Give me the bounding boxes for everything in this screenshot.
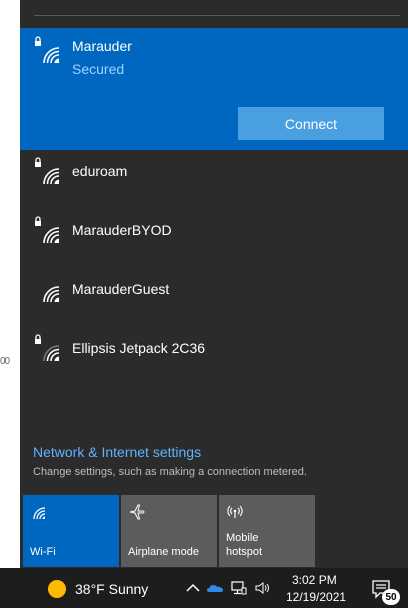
network-item-ellipsis-jetpack[interactable]: Ellipsis Jetpack 2C36 [20, 320, 408, 378]
secured-wifi-icon [35, 36, 60, 64]
wifi-toggle-tile[interactable]: Wi-Fi [23, 495, 119, 567]
network-item-marauderguest[interactable]: MarauderGuest [20, 261, 408, 319]
wifi-icon [43, 286, 60, 303]
onedrive-cloud-icon[interactable] [206, 579, 224, 597]
wifi-icon [33, 507, 46, 520]
network-status: Secured [72, 61, 125, 77]
hotspot-icon [227, 505, 243, 518]
network-item-selected[interactable]: Marauder Secured Connect [20, 28, 408, 150]
tile-label: Wi-Fi [30, 546, 56, 558]
network-name: MarauderGuest [72, 281, 170, 297]
network-flyout: Marauder Secured Connect eduroam Maraude… [20, 0, 408, 568]
network-icon[interactable] [230, 579, 248, 597]
volume-icon[interactable] [254, 579, 272, 597]
secured-wifi-icon [35, 157, 60, 185]
secured-wifi-icon [35, 334, 60, 362]
taskbar: 38°F Sunny 3:02 PM 12/19/2021 50 [0, 568, 408, 608]
network-name: eduroam [72, 163, 128, 179]
tile-label: Airplane mode [128, 546, 199, 558]
sun-icon[interactable] [48, 580, 66, 598]
airplane-icon [129, 504, 145, 520]
notification-count-badge: 50 [382, 589, 400, 605]
mobile-hotspot-tile[interactable]: Mobile hotspot [219, 495, 315, 567]
network-name: Marauder [72, 38, 132, 54]
network-name: MarauderBYOD [72, 222, 172, 238]
top-divider [34, 15, 400, 16]
airplane-mode-tile[interactable]: Airplane mode [121, 495, 217, 567]
clock-date[interactable]: 12/19/2021 [286, 590, 346, 604]
tile-label-line2: hotspot [226, 546, 263, 558]
clock-time[interactable]: 3:02 PM [292, 573, 337, 587]
chevron-up-icon[interactable] [184, 579, 202, 597]
network-settings-description: Change settings, such as making a connec… [33, 466, 307, 478]
connect-button[interactable]: Connect [238, 107, 384, 140]
network-name: Ellipsis Jetpack 2C36 [72, 340, 206, 356]
background-text-fragment: 00 [0, 356, 10, 367]
tile-label: Mobile hotspot [226, 531, 262, 559]
tile-label-line1: Mobile [226, 532, 259, 544]
background-window-strip: 00 [0, 0, 20, 568]
network-settings-link[interactable]: Network & Internet settings [33, 444, 201, 460]
secured-wifi-icon [35, 216, 60, 244]
network-item-eduroam[interactable]: eduroam [20, 143, 408, 201]
network-item-marauderbyod[interactable]: MarauderBYOD [20, 202, 408, 260]
weather-widget[interactable]: 38°F Sunny [75, 581, 148, 597]
